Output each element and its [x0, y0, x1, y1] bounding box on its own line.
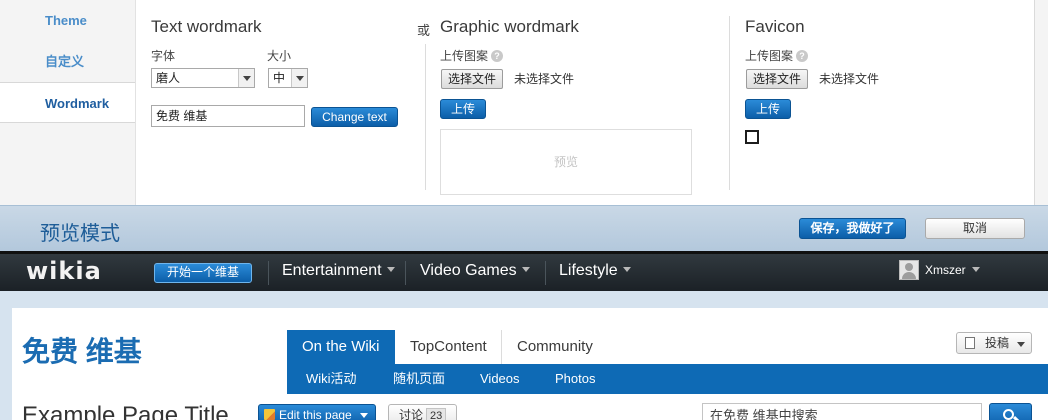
favicon-upload-label-text: 上传图案 — [745, 49, 794, 63]
chevron-down-icon — [622, 267, 631, 272]
chevron-down-icon — [291, 69, 307, 87]
size-label: 大小 — [267, 49, 292, 63]
cancel-button[interactable]: 取消 — [925, 218, 1025, 239]
chevron-down-icon — [1017, 342, 1025, 347]
favicon-choose-file-button[interactable]: 选择文件 — [746, 69, 809, 89]
wiki-wordmark[interactable]: 免费 维基 — [22, 330, 142, 370]
graphic-preview-box: 预览 — [440, 129, 692, 195]
chevron-down-icon — [521, 267, 530, 272]
avatar[interactable] — [899, 260, 919, 280]
wordmark-panel: Text wordmark 字体 大小 磨人 中 免费 维基 Change te… — [135, 0, 1035, 205]
pencil-icon — [264, 409, 275, 420]
chevron-down-icon — [360, 413, 368, 418]
tab-top-content[interactable]: TopContent — [395, 330, 502, 364]
graphic-choose-file-button[interactable]: 选择文件 — [441, 69, 504, 89]
wikia-logo[interactable]: wikia — [26, 257, 102, 285]
wordmark-text-input[interactable]: 免费 维基 — [151, 105, 305, 127]
search-input[interactable]: 在免费 维基中搜索 — [702, 403, 982, 420]
size-select[interactable]: 中 — [268, 68, 308, 88]
favicon-upload-button[interactable]: 上传 — [745, 99, 791, 119]
help-icon[interactable]: ? — [796, 50, 809, 62]
subnav-item-wiki-activity[interactable]: Wiki活动 — [306, 364, 357, 394]
chevron-down-icon — [386, 267, 395, 272]
text-wordmark-title: Text wordmark — [151, 17, 262, 36]
font-label: 字体 — [151, 49, 176, 63]
document-icon — [965, 337, 975, 349]
preview-mode-bar: 预览模式 保存，我做好了 取消 — [0, 205, 1048, 251]
help-icon[interactable]: ? — [491, 50, 504, 62]
size-select-value: 中 — [273, 71, 286, 85]
nav-item-video-games[interactable]: Video Games — [420, 262, 530, 280]
divider — [425, 44, 426, 190]
favicon-title: Favicon — [745, 17, 805, 36]
nav-item-label: Entertainment — [282, 262, 382, 279]
graphic-upload-button[interactable]: 上传 — [440, 99, 486, 119]
font-select-value: 磨人 — [156, 71, 181, 85]
preview-mode-title: 预览模式 — [40, 223, 120, 245]
tab-on-the-wiki[interactable]: On the Wiki — [287, 330, 395, 364]
subnav-item-random-page[interactable]: 随机页面 — [393, 364, 445, 394]
nav-item-label: Lifestyle — [559, 262, 618, 279]
edit-page-button[interactable]: Edit this page — [258, 404, 376, 420]
start-wiki-button[interactable]: 开始一个维基 — [154, 263, 252, 283]
search-icon-handle — [1012, 415, 1021, 420]
search-button[interactable] — [989, 403, 1032, 420]
talk-count-badge: 23 — [426, 408, 447, 420]
tab-theme[interactable]: Theme — [0, 0, 135, 41]
page-title: Example Page Title — [22, 402, 229, 420]
talk-button[interactable]: 讨论 23 — [388, 404, 457, 420]
divider — [268, 261, 269, 285]
edit-page-label: Edit this page — [279, 408, 352, 420]
designer-side-tabs: Theme 自定义 Wordmark — [0, 0, 136, 205]
talk-label: 讨论 — [399, 408, 424, 420]
tab-wordmark[interactable]: Wordmark — [0, 82, 136, 123]
nav-item-label: Video Games — [420, 262, 517, 279]
divider — [729, 16, 730, 190]
font-select[interactable]: 磨人 — [151, 68, 255, 88]
change-text-button[interactable]: Change text — [311, 107, 398, 127]
user-menu[interactable]: Xmszer — [925, 263, 980, 277]
favicon-no-file-text: 未选择文件 — [819, 72, 880, 86]
global-nav: wikia 开始一个维基 Entertainment Video Games L… — [0, 251, 1048, 291]
or-label: 或 — [417, 23, 431, 38]
wiki-subnav: Wiki活动 随机页面 Videos Photos — [287, 364, 1048, 394]
theme-designer: Theme 自定义 Wordmark Text wordmark 字体 大小 磨… — [0, 0, 1048, 205]
subnav-item-videos[interactable]: Videos — [480, 364, 520, 394]
contribute-button[interactable]: 投稿 — [956, 332, 1032, 354]
favicon-preview-icon — [745, 130, 759, 144]
chevron-down-icon — [238, 69, 254, 87]
favicon-upload-label: 上传图案? — [745, 47, 809, 64]
graphic-no-file-text: 未选择文件 — [514, 72, 575, 86]
subnav-item-photos[interactable]: Photos — [555, 364, 595, 394]
save-button[interactable]: 保存，我做好了 — [799, 218, 906, 239]
divider — [405, 261, 406, 285]
tab-community[interactable]: Community — [502, 330, 608, 364]
nav-item-lifestyle[interactable]: Lifestyle — [559, 262, 631, 280]
wiki-page: 免费 维基 On the Wiki TopContent Community 投… — [12, 308, 1048, 420]
tab-customize[interactable]: 自定义 — [0, 41, 135, 82]
chevron-down-icon — [971, 267, 980, 272]
contribute-label: 投稿 — [985, 336, 1010, 350]
divider — [545, 261, 546, 285]
nav-item-entertainment[interactable]: Entertainment — [282, 262, 395, 280]
graphic-wordmark-title: Graphic wordmark — [440, 17, 579, 36]
graphic-upload-label-text: 上传图案 — [440, 49, 489, 63]
user-name: Xmszer — [925, 263, 966, 277]
graphic-upload-label: 上传图案? — [440, 47, 504, 64]
